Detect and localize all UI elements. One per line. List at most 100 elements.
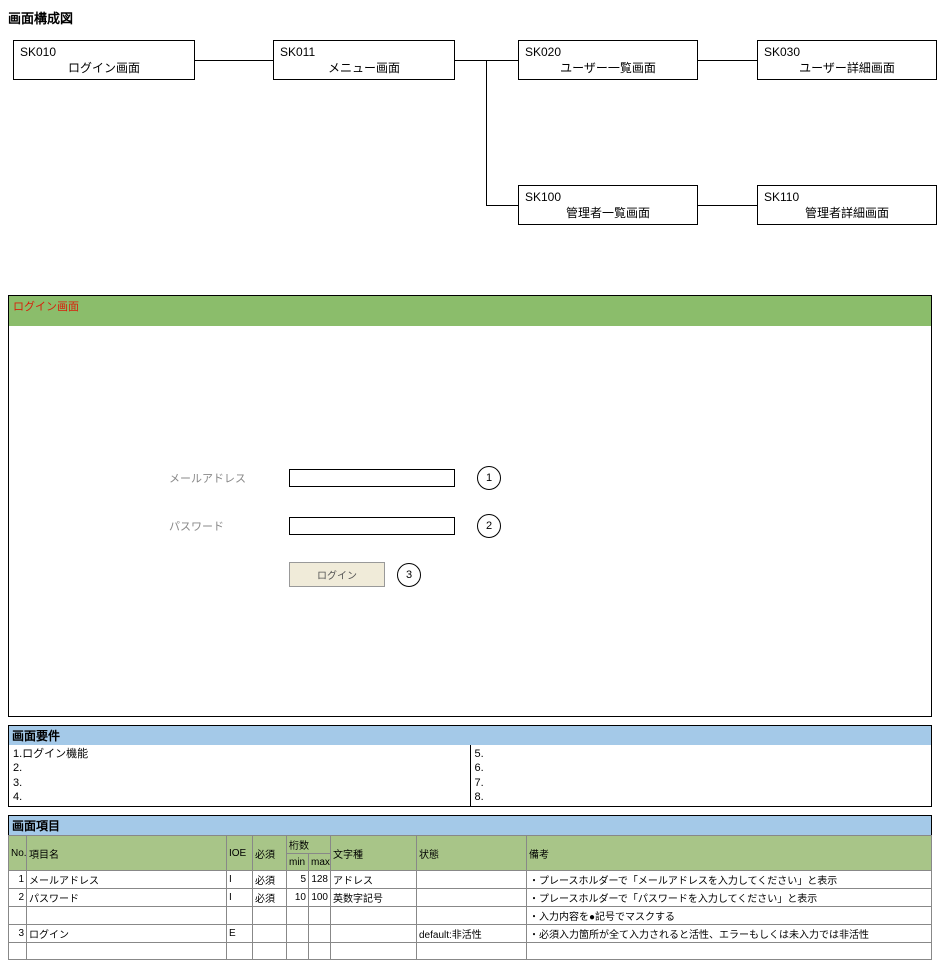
table-cell: ログイン [27,925,227,943]
table-cell: default:非活性 [417,925,527,943]
table-row [9,943,932,960]
flow-name: ユーザー一覧画面 [525,59,691,76]
table-row: 3ログインEdefault:非活性・必須入力箇所が全て入力されると活性、エラーも… [9,925,932,943]
table-row: 1メールアドレスI必須5128アドレス ・プレースホルダーで「メールアドレスを入力… [9,871,932,889]
table-cell [9,907,27,925]
table-cell [287,943,309,960]
table-cell: 3 [9,925,27,943]
table-cell [287,925,309,943]
table-cell: 必須 [253,889,287,907]
table-cell [331,925,417,943]
email-label: メールアドレス [169,470,289,486]
table-cell: ・プレースホルダーで「パスワードを入力してください」と表示 [527,889,932,907]
mockup-title: ログイン画面 [9,296,931,326]
table-cell: 2 [9,889,27,907]
flow-box-sk010: SK010 ログイン画面 [13,40,195,80]
req-item: 1.ログイン機能 [13,747,466,761]
table-cell [253,943,287,960]
requirements-left-col: 1.ログイン機能 2. 3. 4. [9,745,471,806]
table-cell [417,889,527,907]
requirements-box: 1.ログイン機能 2. 3. 4. 5. 6. 7. 8. [8,745,932,807]
requirements-header: 画面要件 [8,725,932,745]
flow-name: 管理者詳細画面 [764,204,930,221]
flow-id: SK100 [525,190,691,204]
col-state: 状態 [417,836,527,871]
table-cell: 必須 [253,871,287,889]
flow-box-sk100: SK100 管理者一覧画面 [518,185,698,225]
flow-box-sk011: SK011 メニュー画面 [273,40,455,80]
col-no: No. [9,836,27,871]
requirements-right-col: 5. 6. 7. 8. [471,745,932,806]
table-cell [253,925,287,943]
password-label: パスワード [169,518,289,534]
callout-2: 2 [477,514,501,538]
flow-box-sk110: SK110 管理者詳細画面 [757,185,937,225]
items-header: 画面項目 [8,815,932,835]
col-max: max [309,854,331,871]
req-item: 2. [13,761,466,775]
table-cell [417,943,527,960]
callout-3: 3 [397,563,421,587]
table-row: ・入力内容を●記号でマスクする [9,907,932,925]
flow-id: SK030 [764,45,930,59]
col-req: 必須 [253,836,287,871]
flow-id: SK020 [525,45,691,59]
table-cell [253,907,287,925]
req-item: 3. [13,776,466,790]
table-cell: 1 [9,871,27,889]
email-input[interactable] [289,469,455,487]
flow-id: SK110 [764,190,930,204]
table-cell: アドレス [331,871,417,889]
req-item: 4. [13,790,466,804]
flow-id: SK011 [280,45,448,59]
table-cell: 5 [287,871,309,889]
req-item: 6. [475,761,928,775]
flow-name: 管理者一覧画面 [525,204,691,221]
table-cell [309,943,331,960]
table-cell [9,943,27,960]
table-cell: ・入力内容を●記号でマスクする [527,907,932,925]
flow-name: メニュー画面 [280,59,448,76]
password-input[interactable] [289,517,455,535]
table-cell: I [227,889,253,907]
login-mockup-panel: ログイン画面 メールアドレス 1 パスワード 2 ログイン 3 [8,295,932,717]
req-item: 7. [475,776,928,790]
table-cell: ・プレースホルダーで「メールアドレスを入力してください」と表示 [527,871,932,889]
col-type: 文字種 [331,836,417,871]
table-cell: 英数字記号 [331,889,417,907]
col-ioe: IOE [227,836,253,871]
table-cell [227,907,253,925]
table-cell [309,925,331,943]
callout-1: 1 [477,466,501,490]
items-table: No. 項目名 IOE 必須 桁数 文字種 状態 備考 min max 1メール… [8,835,932,960]
table-cell [287,907,309,925]
table-cell [227,943,253,960]
table-cell: 128 [309,871,331,889]
col-note: 備考 [527,836,932,871]
req-item: 8. [475,790,928,804]
table-cell [527,943,932,960]
table-cell: I [227,871,253,889]
table-cell [331,907,417,925]
table-cell: 100 [309,889,331,907]
col-name: 項目名 [27,836,227,871]
table-cell: メールアドレス [27,871,227,889]
table-cell [27,907,227,925]
flow-box-sk030: SK030 ユーザー詳細画面 [757,40,937,80]
screen-flow-diagram: SK010 ログイン画面 SK011 メニュー画面 SK020 ユーザー一覧画面… [8,35,932,275]
table-cell [331,943,417,960]
table-cell [417,907,527,925]
login-button[interactable]: ログイン [289,562,385,587]
table-cell [309,907,331,925]
req-item: 5. [475,747,928,761]
table-cell: 10 [287,889,309,907]
table-cell: ・必須入力箇所が全て入力されると活性、エラーもしくは未入力では非活性 [527,925,932,943]
table-cell: E [227,925,253,943]
col-digits: 桁数 [287,836,331,854]
flow-name: ユーザー詳細画面 [764,59,930,76]
flow-box-sk020: SK020 ユーザー一覧画面 [518,40,698,80]
flow-name: ログイン画面 [20,59,188,76]
col-min: min [287,854,309,871]
table-row: 2パスワードI必須10100英数字記号・プレースホルダーで「パスワードを入力して… [9,889,932,907]
flow-id: SK010 [20,45,188,59]
